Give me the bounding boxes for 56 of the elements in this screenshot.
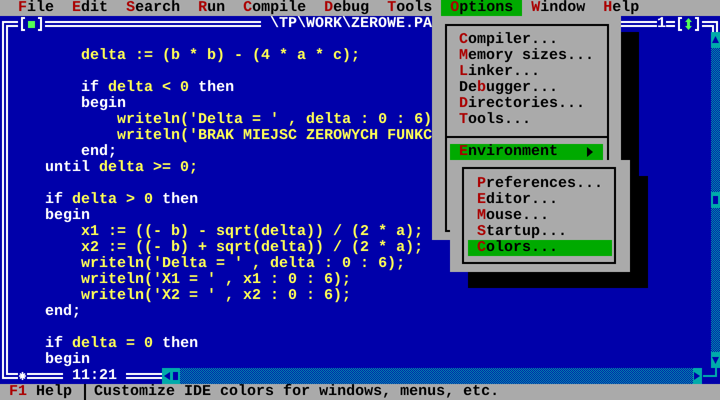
menu-item[interactable]: Options [441,0,522,16]
window-title: \TP\WORK\ZEROWE.PA [270,16,432,32]
submenu-arrow-icon [586,146,594,158]
code-line: if delta < 0 then [81,80,234,96]
menu-item[interactable]: Tools... [450,112,603,128]
close-icon [18,16,45,32]
zoom-icon [675,16,702,32]
code-line: end; [81,144,118,160]
menu-item[interactable]: Directories... [450,96,603,112]
code-line: writeln('Delta = ' , delta : 0 : 6) [117,112,432,128]
code-line: if delta = 0 then [45,336,198,352]
menu-item[interactable]: Compiler... [450,32,603,48]
code-line: end; [45,304,82,320]
menu-item[interactable]: Edit [63,0,118,16]
menu-item[interactable]: Editor... [468,192,612,208]
cursor-position: 11:21 [72,368,118,384]
vertical-scrollbar[interactable] [711,32,720,368]
menu-item[interactable]: Compile [234,0,316,16]
window-number: 1 [657,16,666,32]
menu-item[interactable]: Tools [378,0,442,16]
code-line: writeln('Delta = ' , delta : 0 : 6); [81,256,406,272]
zoom-button[interactable] [675,16,702,32]
window-frame-line [9,21,18,27]
code-line: x2 := ((- b) + sqrt(delta)) / (2 * a); [81,240,424,256]
help-key[interactable]: F1 Help [9,384,72,400]
code-line: if delta > 0 then [45,192,198,208]
menu-item[interactable]: Run [189,0,234,16]
menu-item[interactable]: Memory sizes... [450,48,603,64]
status-message: Customize IDE colors for windows, menus, etc. [94,384,500,400]
window-frame-line [666,21,675,27]
menu-item[interactable]: Window [522,0,594,16]
menu-item[interactable]: Mouse... [468,208,612,224]
menu-item[interactable]: Debugger... [450,80,603,96]
menu-item[interactable]: Search [117,0,190,16]
code-line: begin [81,96,126,112]
scroll-thumb-icon[interactable] [171,368,180,384]
code-line: writeln('X2 = ' , x2 : 0 : 6); [81,288,352,304]
code-line: writeln('X1 = ' , x1 : 0 : 6); [81,272,352,288]
menu-item[interactable]: Linker... [450,64,603,80]
horizontal-scrollbar[interactable] [162,368,702,384]
code-line: writeln('BRAK MIEJSC ZEROWYCH FUNKC [117,128,432,144]
code-line: x1 := ((- b) - sqrt(delta)) / (2 * a); [81,224,424,240]
window-frame-corner [2,21,9,32]
code-line: begin [45,352,90,368]
scroll-thumb-icon[interactable] [711,192,720,208]
menu-item[interactable]: Startup... [468,224,612,240]
submenu-item[interactable]: Environment [450,144,603,160]
close-button[interactable] [18,16,45,32]
code-line: until delta >= 0; [45,160,198,176]
menu-item[interactable]: File [9,0,64,16]
menu-item[interactable]: Debug [315,0,378,16]
code-line: delta := (b * b) - (4 * a * c); [81,48,360,64]
menu-item[interactable]: Colors... [468,240,612,256]
code-line: begin [45,208,90,224]
menu-item[interactable]: Preferences... [468,176,612,192]
menu-item[interactable]: Help [594,0,648,16]
